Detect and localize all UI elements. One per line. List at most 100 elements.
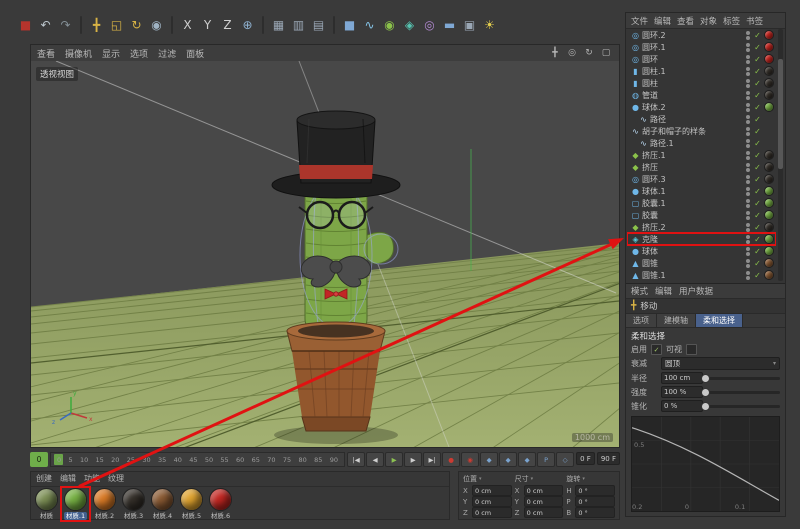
enabled-check-icon[interactable]: ✓	[753, 79, 762, 88]
visibility-dots[interactable]	[746, 235, 751, 244]
toolbar-icon[interactable]: ◉	[380, 15, 399, 36]
material-tag-icon[interactable]	[764, 54, 774, 64]
material-swatch[interactable]: 材质.2	[91, 488, 118, 520]
object-row[interactable]: ◎ 圆环.3 ✓	[627, 173, 776, 185]
material-tag-icon[interactable]	[764, 150, 774, 160]
playhead[interactable]: 0	[30, 452, 48, 467]
visibility-dots[interactable]	[746, 211, 751, 220]
falloff-dropdown[interactable]: 圆顶	[661, 357, 780, 370]
material-swatch[interactable]: 材质	[33, 488, 60, 520]
coordinate-field[interactable]: 0 cm	[472, 507, 512, 518]
object-row[interactable]: ● 球体.2 ✓	[627, 101, 776, 113]
attribute-tab[interactable]: 选项	[626, 314, 657, 327]
material-sphere-icon[interactable]	[93, 488, 116, 511]
object-row[interactable]: ▢ 胶囊.1 ✓	[627, 197, 776, 209]
visibility-dots[interactable]	[746, 151, 751, 160]
toolbar-icon[interactable]	[171, 16, 173, 34]
object-manager-menu-item[interactable]: 标签	[723, 15, 740, 27]
transport-button[interactable]: ◇	[556, 452, 574, 467]
enabled-check-icon[interactable]: ✓	[753, 103, 762, 112]
falloff-curve-graph[interactable]: 0.5 00.10.2	[631, 416, 780, 512]
enabled-check-icon[interactable]: ✓	[753, 235, 762, 244]
viewport-menu-item[interactable]: 显示	[102, 47, 120, 60]
object-row[interactable]: ◍ 管道 ✓	[627, 89, 776, 101]
material-sphere-icon[interactable]	[151, 488, 174, 511]
visibility-dots[interactable]	[746, 259, 751, 268]
enabled-check-icon[interactable]: ✓	[753, 55, 762, 64]
enabled-check-icon[interactable]: ✓	[753, 127, 762, 136]
toolbar-icon[interactable]	[262, 16, 264, 34]
transport-button[interactable]: ◉	[461, 452, 479, 467]
enabled-check-icon[interactable]: ✓	[753, 259, 762, 268]
object-list-scrollbar[interactable]	[778, 29, 783, 281]
object-row[interactable]: ◎ 圆环.1 ✓	[627, 41, 776, 53]
enabled-check-icon[interactable]: ✓	[753, 139, 762, 148]
toolbar-icon[interactable]: ↶	[36, 15, 55, 36]
material-tag-icon[interactable]	[764, 198, 774, 208]
enabled-check-icon[interactable]: ✓	[753, 247, 762, 256]
material-menu-item[interactable]: 纹理	[108, 473, 124, 485]
material-tag-icon[interactable]	[764, 234, 774, 244]
enabled-check-icon[interactable]: ✓	[753, 67, 762, 76]
viewport-menu-item[interactable]: 选项	[130, 47, 148, 60]
transport-button[interactable]: ▶	[385, 452, 403, 467]
object-manager-menu-item[interactable]: 文件	[631, 15, 648, 27]
enabled-check-icon[interactable]: ✓	[753, 115, 762, 124]
attribute-tab[interactable]: 柔和选择	[696, 314, 743, 327]
coordinate-group-header[interactable]: 位置	[463, 474, 512, 484]
toolbar-icon[interactable]: ▣	[460, 15, 479, 36]
toolbar-icon[interactable]: ◱	[107, 15, 126, 36]
material-tag-icon[interactable]	[764, 102, 774, 112]
object-row[interactable]: ▢ 胶囊 ✓	[627, 209, 776, 221]
material-tag-icon[interactable]	[764, 42, 774, 52]
enabled-check-icon[interactable]: ✓	[753, 211, 762, 220]
material-tag-icon[interactable]	[764, 270, 774, 280]
enabled-check-icon[interactable]: ✓	[753, 151, 762, 160]
visibility-dots[interactable]	[746, 31, 751, 40]
material-tag-icon[interactable]	[764, 174, 774, 184]
material-tag-icon[interactable]	[764, 162, 774, 172]
slider-value-field[interactable]: 100 cm	[661, 372, 703, 384]
object-row[interactable]: ◆ 挤压 ✓	[627, 161, 776, 173]
visibility-dots[interactable]	[746, 43, 751, 52]
toolbar-icon[interactable]: ■	[340, 15, 359, 36]
material-sphere-icon[interactable]	[122, 488, 145, 511]
checkbox[interactable]: ✓	[686, 344, 697, 355]
transport-button[interactable]: ●	[442, 452, 460, 467]
slider-value-field[interactable]: 0 %	[661, 400, 703, 412]
toolbar-icon[interactable]: ▦	[269, 15, 288, 36]
material-menu-item[interactable]: 功能	[84, 473, 100, 485]
enabled-check-icon[interactable]: ✓	[753, 163, 762, 172]
transport-button[interactable]: |◀	[347, 452, 365, 467]
visibility-dots[interactable]	[746, 187, 751, 196]
toolbar-icon[interactable]: ◈	[400, 15, 419, 36]
object-row[interactable]: ∿ 胡子和帽子的样条 ✓	[627, 125, 776, 137]
enabled-check-icon[interactable]: ✓	[753, 271, 762, 280]
object-row[interactable]: ▮ 圆柱 ✓	[627, 77, 776, 89]
material-menu-item[interactable]: 编辑	[60, 473, 76, 485]
material-tag-icon[interactable]	[764, 210, 774, 220]
coordinate-field[interactable]: 0 cm	[524, 485, 564, 496]
transport-button[interactable]: ▶|	[423, 452, 441, 467]
toolbar-icon[interactable]: ■	[16, 15, 35, 36]
view-nav-icon[interactable]: ╋	[548, 47, 562, 59]
visibility-dots[interactable]	[746, 223, 751, 232]
checkbox[interactable]: ✓	[651, 344, 662, 355]
enabled-check-icon[interactable]: ✓	[753, 223, 762, 232]
visibility-dots[interactable]	[746, 199, 751, 208]
material-tag-icon[interactable]	[764, 90, 774, 100]
coordinate-field[interactable]: 0 °	[575, 507, 615, 518]
visibility-dots[interactable]	[746, 103, 751, 112]
material-sphere-icon[interactable]	[180, 488, 203, 511]
view-nav-icon[interactable]: ▢	[599, 47, 613, 59]
material-tag-icon[interactable]	[764, 30, 774, 40]
toolbar-icon[interactable]: Y	[198, 15, 217, 36]
material-swatch[interactable]: 材质.4	[149, 488, 176, 520]
material-swatch[interactable]: 材质.5	[178, 488, 205, 520]
transport-button[interactable]: ◆	[480, 452, 498, 467]
object-row[interactable]: ▲ 圆锥 ✓	[627, 257, 776, 269]
toolbar-icon[interactable]: ▬	[440, 15, 459, 36]
enabled-check-icon[interactable]: ✓	[753, 43, 762, 52]
viewport[interactable]: 查看摄像机显示选项过滤面板 ╋◎↻▢ 透视视图 1000 cm	[30, 44, 620, 448]
material-tag-icon[interactable]	[764, 222, 774, 232]
